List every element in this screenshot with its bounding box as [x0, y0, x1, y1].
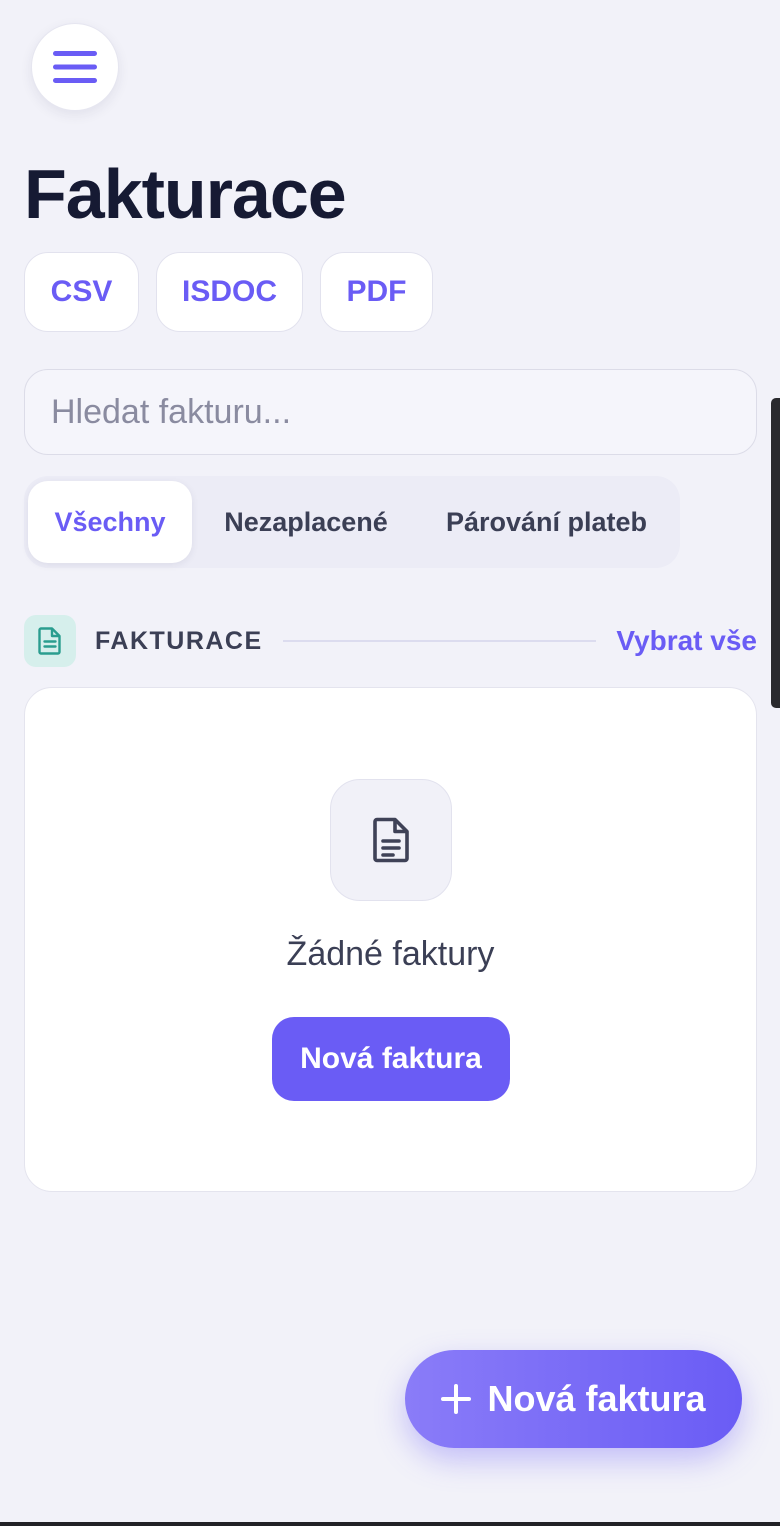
document-icon [38, 627, 61, 655]
search-input[interactable] [24, 369, 757, 455]
menu-button[interactable] [31, 23, 119, 111]
export-buttons: CSV ISDOC PDF [24, 252, 433, 332]
export-csv-button[interactable]: CSV [24, 252, 139, 332]
export-pdf-button[interactable]: PDF [320, 252, 433, 332]
tab-payment-matching[interactable]: Párování plateb [420, 481, 673, 563]
select-all-link[interactable]: Vybrat vše [616, 625, 757, 657]
export-isdoc-button[interactable]: ISDOC [156, 252, 303, 332]
fab-label: Nová faktura [487, 1378, 706, 1419]
hamburger-icon [53, 51, 97, 83]
tab-unpaid[interactable]: Nezaplacené [192, 481, 420, 563]
bottom-edge [0, 1522, 780, 1526]
invoice-list-card: Žádné faktury Nová faktura [24, 687, 757, 1192]
empty-state-icon-box [330, 779, 452, 901]
section-title: FAKTURACE [95, 626, 263, 655]
section-document-icon [24, 615, 76, 667]
section-header: FAKTURACE Vybrat vše [24, 615, 757, 667]
page-title: Fakturace [24, 155, 347, 233]
section-divider [282, 640, 597, 642]
new-invoice-button[interactable]: Nová faktura [272, 1017, 510, 1101]
scrollbar[interactable] [771, 398, 780, 708]
new-invoice-fab[interactable]: Nová faktura [405, 1350, 742, 1448]
filter-tabs: Všechny Nezaplacené Párování plateb [24, 476, 680, 568]
document-icon [373, 817, 409, 863]
tab-all[interactable]: Všechny [28, 481, 192, 563]
empty-state-message: Žádné faktury [286, 935, 495, 973]
plus-icon [441, 1384, 472, 1414]
